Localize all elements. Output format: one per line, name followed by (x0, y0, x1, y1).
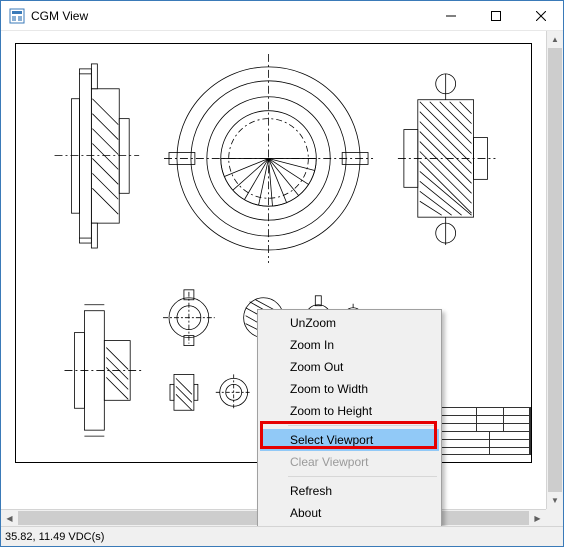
close-button[interactable] (518, 1, 563, 30)
menu-separator (288, 425, 437, 426)
context-menu: UnZoom Zoom In Zoom Out Zoom to Width Zo… (257, 309, 442, 526)
scroll-left-arrow-icon[interactable]: ◀ (1, 510, 18, 526)
scroll-up-arrow-icon[interactable]: ▲ (547, 31, 563, 48)
scroll-corner (546, 509, 563, 526)
menu-label: Zoom Out (290, 360, 343, 374)
scroll-down-arrow-icon[interactable]: ▼ (547, 492, 563, 509)
menu-cancel[interactable]: Cancel (260, 524, 439, 526)
app-window: CGM View (0, 0, 564, 547)
window-buttons (428, 1, 563, 30)
menu-label: UnZoom (290, 316, 336, 330)
vertical-scroll-thumb[interactable] (548, 48, 562, 492)
menu-zoom-width[interactable]: Zoom to Width (260, 378, 439, 400)
menu-zoom-height[interactable]: Zoom to Height (260, 400, 439, 422)
window-title: CGM View (31, 9, 428, 23)
titlebar: CGM View (1, 1, 563, 31)
content-area: ▲ ▼ ◀ ▶ UnZoom Zoom In Zoom Out Zoom to … (1, 31, 563, 526)
menu-label: Zoom to Height (290, 404, 372, 418)
menu-zoom-out[interactable]: Zoom Out (260, 356, 439, 378)
menu-label: Zoom In (290, 338, 334, 352)
menu-label: About (290, 506, 321, 520)
menu-about[interactable]: About (260, 502, 439, 524)
drawing-titleblock (441, 407, 531, 462)
status-bar: 35.82, 11.49 VDC(s) (1, 526, 563, 546)
menu-separator (288, 476, 437, 477)
maximize-button[interactable] (473, 1, 518, 30)
minimize-button[interactable] (428, 1, 473, 30)
menu-label: Select Viewport (290, 433, 373, 447)
status-coords: 35.82, 11.49 VDC(s) (5, 531, 104, 543)
menu-label: Refresh (290, 484, 332, 498)
menu-label: Zoom to Width (290, 382, 368, 396)
scroll-right-arrow-icon[interactable]: ▶ (529, 510, 546, 526)
menu-clear-viewport: Clear Viewport (260, 451, 439, 473)
menu-select-viewport[interactable]: Select Viewport (260, 429, 439, 451)
app-icon (9, 8, 25, 24)
menu-refresh[interactable]: Refresh (260, 480, 439, 502)
menu-label: Clear Viewport (290, 455, 368, 469)
menu-zoom-in[interactable]: Zoom In (260, 334, 439, 356)
menu-unzoom[interactable]: UnZoom (260, 312, 439, 334)
vertical-scrollbar[interactable]: ▲ ▼ (546, 31, 563, 509)
